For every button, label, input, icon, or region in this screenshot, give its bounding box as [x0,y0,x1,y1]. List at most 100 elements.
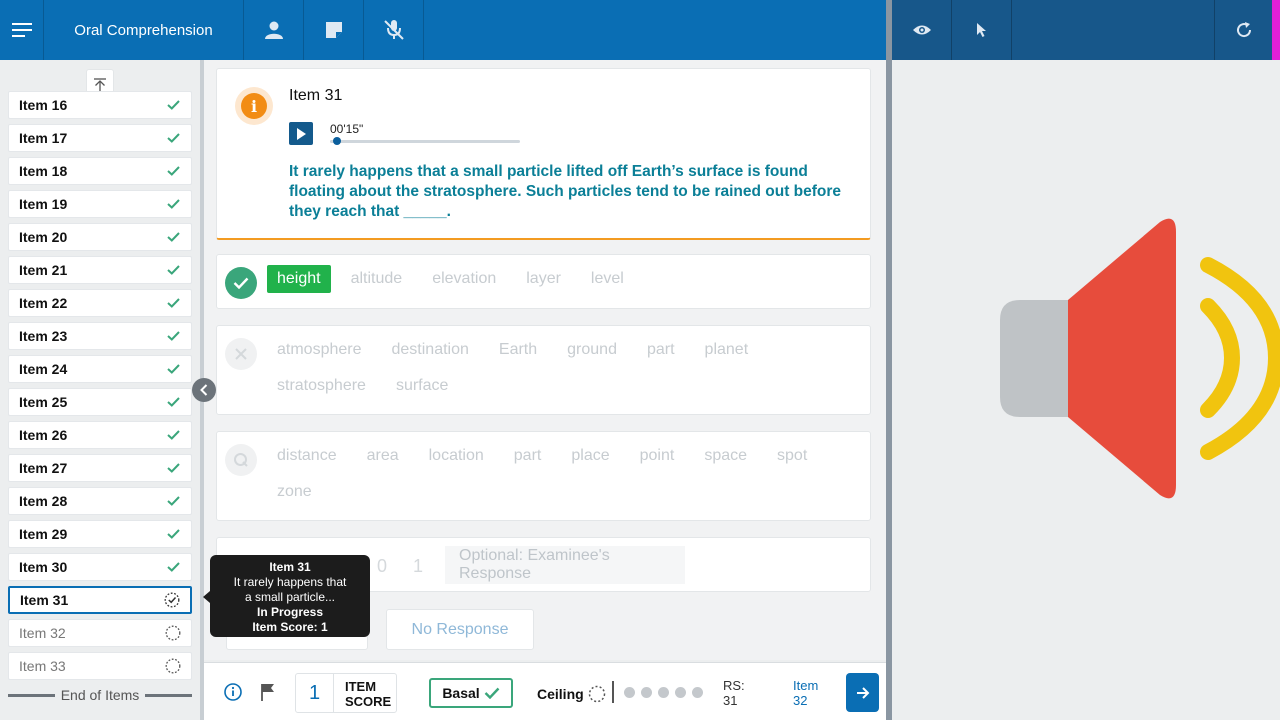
response-option[interactable]: point [630,442,685,470]
sidebar-item[interactable]: Item 25 [8,388,192,416]
audio-progress-track[interactable] [330,137,520,145]
response-option[interactable]: zone [267,478,322,506]
pointer-button[interactable] [952,0,1012,60]
x-icon [235,348,247,360]
sidebar-item[interactable]: Item 30 [8,553,192,581]
eye-icon [912,25,931,35]
score-zero-button[interactable]: 0 [377,556,387,577]
query-status[interactable] [225,444,257,476]
sidebar-item[interactable]: Item 31 [8,586,192,614]
sidebar-item[interactable]: Item 29 [8,520,192,548]
no-response-button[interactable]: No Response [386,609,534,650]
sidebar-item[interactable]: Item 18 [8,157,192,185]
response-option[interactable]: atmosphere [267,336,372,364]
response-option[interactable]: elevation [422,265,506,293]
examinee-response-input[interactable]: Optional: Examinee's Response [445,546,685,584]
refresh-button[interactable] [1214,0,1272,60]
response-option[interactable]: altitude [341,265,413,293]
incorrect-status[interactable] [225,338,257,370]
query-responses-card: distance area location part place point space s… [216,431,871,521]
sidebar-item[interactable]: Item 16 [8,91,192,119]
response-option[interactable]: destination [382,336,479,364]
end-of-items: End of Items [8,687,192,703]
query-response-list: distance area location part place point space s… [267,442,850,506]
app-title: Oral Comprehension [44,0,244,60]
tooltip-score: Item Score: 1 [252,620,328,634]
tooltip-line-1: It rarely happens that [233,575,347,589]
response-option[interactable]: level [581,265,634,293]
sidebar-item-label: Item 30 [19,559,68,575]
end-line-right [145,693,192,697]
check-icon [166,166,180,176]
response-option[interactable]: ground [557,336,627,364]
sidebar-item[interactable]: Item 23 [8,322,192,350]
response-option[interactable]: height [267,265,331,293]
audio-progress-handle[interactable] [332,137,341,145]
check-icon [166,133,180,143]
sidebar-item[interactable]: Item 32 [8,619,192,647]
sidebar-item-label: Item 20 [19,229,68,245]
response-option[interactable]: space [694,442,757,470]
response-option[interactable]: part [637,336,685,364]
info-button[interactable] [224,683,242,706]
raw-score-value: 31 [723,693,738,708]
response-option[interactable]: location [419,442,494,470]
item-tooltip: Item 31 It rarely happens that a small p… [210,555,370,637]
examinee-button[interactable] [244,0,304,60]
sidebar-item[interactable]: Item 19 [8,190,192,218]
correct-status[interactable] [225,267,257,299]
sidebar-item-label: Item 19 [19,196,68,212]
sidebar-item-label: Item 28 [19,493,68,509]
check-icon [166,463,180,473]
examinee-view-header [892,0,1280,60]
response-option[interactable]: distance [267,442,347,470]
response-option[interactable]: Earth [489,336,547,364]
view-button[interactable] [892,0,952,60]
response-option[interactable]: part [504,442,552,470]
response-option[interactable]: stratosphere [267,372,376,400]
item-sidebar: Item 16 Item 17 Item 18 Item 19 Item 20 Item … [0,60,200,720]
response-option[interactable]: area [357,442,409,470]
next-item-label: Item [793,678,819,693]
menu-button[interactable] [0,0,44,60]
hamburger-icon [11,23,32,37]
sidebar-item[interactable]: Item 27 [8,454,192,482]
score-one-button[interactable]: 1 [413,556,423,577]
item-footer: 1 ITEM SCORE Basal Ceiling RS: 31 Item 3… [204,662,886,720]
check-icon [166,298,180,308]
response-option[interactable]: surface [386,372,458,400]
notes-button[interactable] [304,0,364,60]
sidebar-item[interactable]: Item 28 [8,487,192,515]
response-option[interactable]: planet [695,336,759,364]
collapse-sidebar-button[interactable] [192,378,216,402]
sidebar-item[interactable]: Item 24 [8,355,192,383]
check-icon [166,562,180,572]
sidebar-item[interactable]: Item 21 [8,256,192,284]
audio-play-button[interactable] [289,122,313,145]
next-item-link[interactable]: Item 32 [793,678,818,708]
response-option[interactable]: place [561,442,619,470]
microphone-button[interactable] [364,0,424,60]
flag-button[interactable] [260,683,276,706]
sidebar-item[interactable]: Item 17 [8,124,192,152]
next-item-button[interactable] [846,673,879,712]
sidebar-item-label: Item 32 [19,625,66,641]
next-item-number: 32 [793,693,808,708]
sidebar-item[interactable]: Item 33 [8,652,192,680]
sidebar-item[interactable]: Item 26 [8,421,192,449]
response-option[interactable]: layer [516,265,571,293]
tooltip-line-2: a small particle... [244,590,336,604]
response-option[interactable]: spot [767,442,817,470]
note-icon [325,22,342,38]
refresh-icon [1236,22,1251,38]
pending-icon [165,658,181,674]
correct-response-list: height altitude elevation layer level [267,265,850,293]
item-status [165,361,181,377]
audio-time: 00'15" [330,122,364,136]
check-icon [166,331,180,341]
sidebar-item-label: Item 27 [19,460,68,476]
sidebar-item[interactable]: Item 22 [8,289,192,317]
sidebar-item[interactable]: Item 20 [8,223,192,251]
end-of-items-label: End of Items [60,687,140,703]
speaker-icon [1000,218,1280,499]
